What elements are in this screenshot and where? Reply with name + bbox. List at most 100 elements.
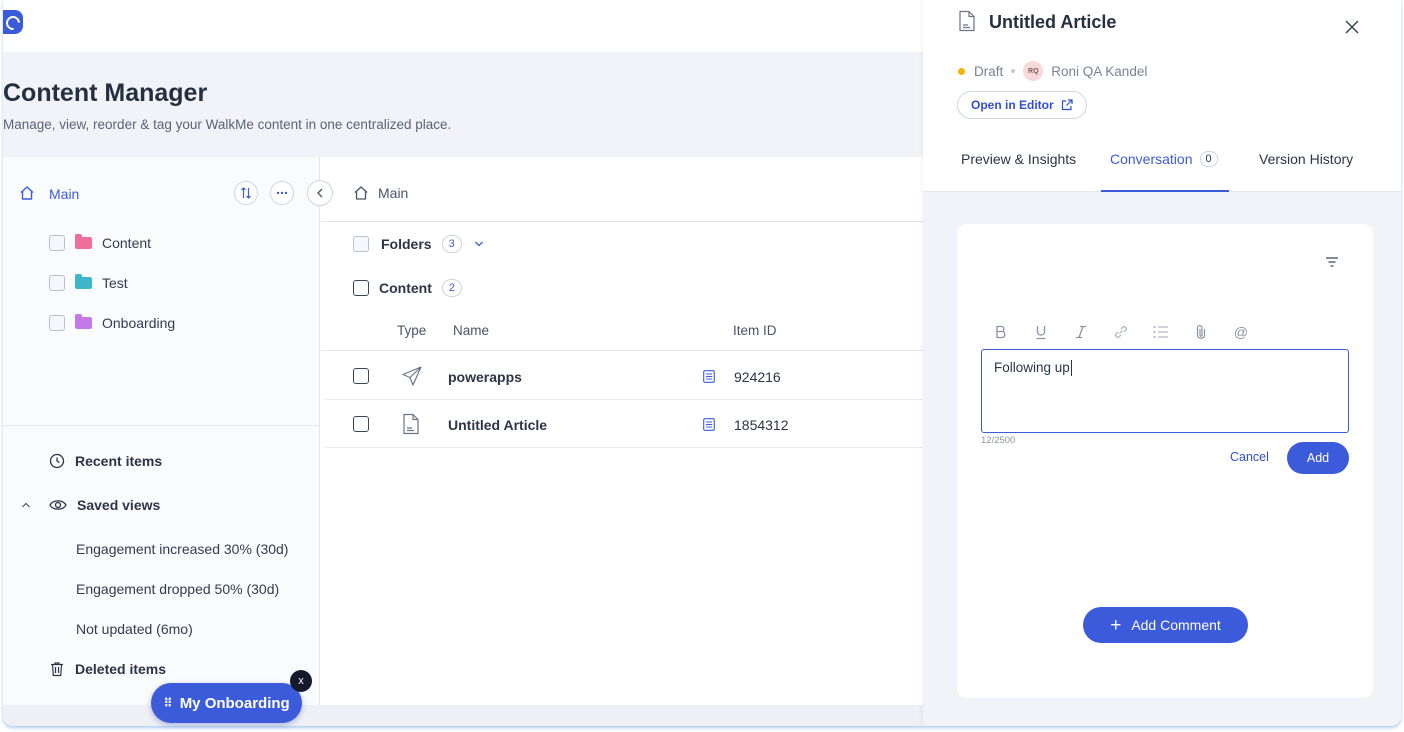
folder-label: Onboarding <box>102 315 176 331</box>
row-name[interactable]: Untitled Article <box>448 417 547 433</box>
character-counter: 12/2500 <box>981 435 1016 446</box>
add-button[interactable]: Add <box>1287 442 1349 474</box>
collapse-sidebar-button[interactable] <box>307 180 333 206</box>
table-row[interactable]: Untitled Article 1854312 <box>325 400 923 448</box>
id-icon <box>703 418 715 431</box>
recent-items-label: Recent items <box>75 453 163 469</box>
cancel-button[interactable]: Cancel <box>1230 450 1269 464</box>
walkme-logo-icon[interactable] <box>3 10 23 34</box>
drag-handle-icon[interactable]: ⠿ <box>163 696 172 710</box>
add-comment-button[interactable]: + Add Comment <box>1083 607 1248 643</box>
content-count-badge: 2 <box>441 279 463 297</box>
saved-view-item[interactable]: Engagement increased 30% (30d) <box>76 541 288 557</box>
formatting-toolbar: @ <box>991 322 1271 342</box>
tab-conversation[interactable]: Conversation 0 <box>1110 151 1218 167</box>
id-icon <box>703 370 715 383</box>
row-item-id: 924216 <box>734 369 781 385</box>
folder-icon <box>75 234 92 249</box>
drawer-title: Untitled Article <box>989 12 1117 32</box>
home-icon <box>20 186 34 200</box>
sidebar-root-label[interactable]: Main <box>49 186 79 202</box>
tab-conversation-label: Conversation <box>1110 151 1193 167</box>
folder-item-test[interactable]: Test <box>49 273 128 293</box>
link-icon[interactable] <box>1111 322 1131 342</box>
active-tab-indicator <box>1101 190 1229 192</box>
folder-checkbox[interactable] <box>49 315 65 331</box>
eye-icon <box>49 500 67 510</box>
tab-version-history[interactable]: Version History <box>1259 151 1353 167</box>
sidebar-divider <box>3 425 319 426</box>
filter-icon[interactable] <box>1325 256 1339 268</box>
page-title: Content Manager <box>3 79 208 107</box>
folder-label: Content <box>102 235 152 251</box>
italic-icon[interactable] <box>1071 322 1091 342</box>
folder-item-onboarding[interactable]: Onboarding <box>49 313 175 333</box>
saved-views-label: Saved views <box>77 497 161 513</box>
breadcrumb: Main <box>353 185 408 201</box>
ellipsis-icon <box>276 191 288 195</box>
status-dot <box>958 67 965 75</box>
chevron-up-icon[interactable] <box>21 501 31 509</box>
chevron-down-icon[interactable] <box>474 240 484 248</box>
more-options-button[interactable] <box>270 181 294 205</box>
paper-plane-icon <box>402 366 422 386</box>
row-checkbox[interactable] <box>353 416 369 432</box>
folder-label: Test <box>102 275 128 291</box>
row-name[interactable]: powerapps <box>448 369 522 385</box>
folder-icon <box>75 274 92 289</box>
saved-view-item[interactable]: Not updated (6mo) <box>76 621 193 637</box>
page-subtitle: Manage, view, reorder & tag your WalkMe … <box>3 117 452 132</box>
row-item-id: 1854312 <box>734 417 789 433</box>
breadcrumb-item[interactable]: Main <box>378 185 408 201</box>
deleted-items-label: Deleted items <box>75 661 167 677</box>
bullet-list-icon[interactable] <box>1151 322 1171 342</box>
divider <box>321 221 923 222</box>
folder-checkbox[interactable] <box>49 235 65 251</box>
underline-icon[interactable] <box>1031 322 1051 342</box>
text-caret <box>1070 360 1072 377</box>
my-onboarding-label: My Onboarding <box>179 694 290 712</box>
onboarding-close-button[interactable]: x <box>290 670 312 692</box>
folders-count-badge: 3 <box>441 235 462 253</box>
bold-icon[interactable] <box>991 322 1011 342</box>
comment-input[interactable]: Following up <box>981 349 1349 433</box>
status-badge: Draft <box>974 63 1004 79</box>
saved-view-item[interactable]: Engagement dropped 50% (30d) <box>76 581 279 597</box>
folders-select-all-checkbox[interactable] <box>353 236 369 252</box>
column-header-type[interactable]: Type <box>397 323 426 338</box>
trash-icon <box>51 662 63 677</box>
add-comment-label: Add Comment <box>1131 617 1221 633</box>
folder-checkbox[interactable] <box>49 275 65 291</box>
app-frame: Content Manager Manage, view, reorder & … <box>3 0 1401 726</box>
attachment-icon[interactable] <box>1191 322 1211 342</box>
avatar: RQ <box>1023 61 1044 81</box>
chevron-left-icon <box>317 188 323 198</box>
column-header-name[interactable]: Name <box>453 323 489 338</box>
divider <box>321 350 923 351</box>
content-select-all-checkbox[interactable] <box>353 280 369 296</box>
tab-preview-insights[interactable]: Preview & Insights <box>961 151 1076 167</box>
folder-item-content[interactable]: Content <box>49 233 151 253</box>
saved-views-toggle[interactable]: Saved views <box>49 497 160 513</box>
my-onboarding-launcher[interactable]: ⠿ My Onboarding <box>151 683 302 723</box>
mention-icon[interactable]: @ <box>1231 322 1251 342</box>
conversation-count-badge: 0 <box>1199 151 1218 167</box>
table-row[interactable]: powerapps 924216 <box>325 352 923 400</box>
recent-items-link[interactable]: Recent items <box>49 453 162 469</box>
content-list-panel: Main Folders 3 Content 2 Type Name Item … <box>321 157 923 705</box>
column-header-item-id[interactable]: Item ID <box>733 323 777 338</box>
clock-icon <box>49 453 65 469</box>
sort-button[interactable] <box>234 181 258 205</box>
row-checkbox[interactable] <box>353 368 369 384</box>
folders-label: Folders <box>381 236 432 252</box>
plus-icon: + <box>1110 614 1122 636</box>
deleted-items-link[interactable]: Deleted items <box>49 661 166 677</box>
comment-input-value: Following up <box>994 360 1070 375</box>
folder-sidebar: Main Content Test Onboarding Recent item… <box>3 157 320 705</box>
close-icon[interactable] <box>1343 18 1361 36</box>
article-icon <box>959 10 975 32</box>
open-in-editor-button[interactable]: Open in Editor <box>957 91 1087 119</box>
article-icon <box>403 413 419 435</box>
separator-dot <box>1011 69 1016 73</box>
sidebar-header: Main <box>3 157 319 227</box>
